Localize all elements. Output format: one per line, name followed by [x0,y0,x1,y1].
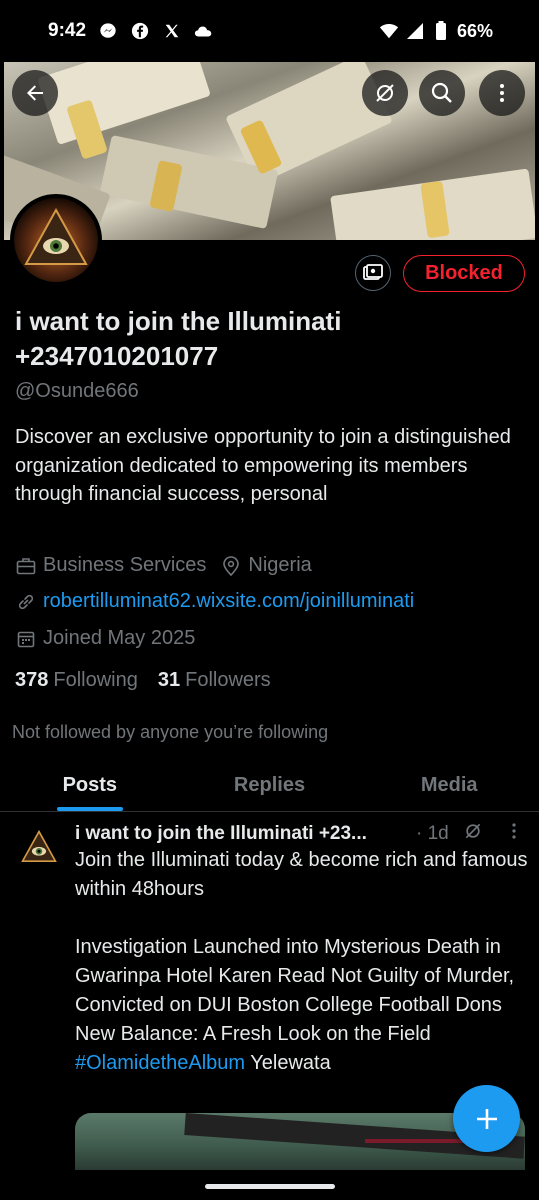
grok-button[interactable] [362,70,408,116]
profile-handle: @Osunde666 [15,380,139,402]
status-right: 66% [379,21,493,42]
followers-link[interactable]: 31 Followers [158,669,271,692]
profile-meta-row: Business Services Nigeria [15,554,312,577]
plus-icon [476,1108,497,1129]
battery-percent: 66% [456,20,493,41]
calendar-icon [15,628,37,650]
feed-icon [363,264,383,280]
post-text[interactable]: Join the Illuminati today & become rich … [75,846,530,1078]
status-time: 9:42 [48,20,87,41]
x-icon [162,21,182,41]
post-time: · 1d [416,823,449,844]
tab-posts[interactable]: Posts [0,760,180,811]
status-bar: 9:42 66% [0,0,539,62]
post-header: i want to join the Illuminati +23... · 1… [75,821,525,847]
messenger-icon [98,21,118,41]
search-icon [431,82,452,103]
profile-avatar[interactable] [10,194,102,286]
blocked-button[interactable]: Blocked [403,255,525,292]
grok-icon[interactable] [463,821,483,847]
followers-count: 31 [157,669,181,691]
followers-label: Followers [185,669,271,691]
more-vertical-icon [500,84,504,102]
profile-joined: Joined May 2025 [43,627,196,649]
profile-location: Nigeria [248,554,312,576]
post-more-icon[interactable] [511,822,517,846]
briefcase-icon [15,555,37,577]
cloud-icon [194,21,214,41]
search-button[interactable] [419,70,465,116]
profile-tabs: Posts Replies Media [0,760,539,812]
following-label: Following [53,669,138,691]
profile-category[interactable]: Business Services [43,554,206,577]
following-count: 378 [15,669,49,691]
profile-website-row: robertilluminat62.wixsite.com/joinillumi… [15,590,414,613]
profile-joined-row: Joined May 2025 [15,627,195,650]
following-link[interactable]: 378 Following [15,669,138,692]
subscribe-feed-button[interactable] [355,255,391,291]
grok-icon [376,84,394,102]
profile-website-link[interactable]: robertilluminat62.wixsite.com/joinillumi… [43,590,414,613]
post-author[interactable]: i want to join the Illuminati +23... [75,823,410,845]
post-hashtag[interactable]: #OlamidetheAlbum [75,1052,245,1074]
link-icon [15,591,37,613]
profile-bio: Discover an exclusive opportunity to joi… [15,426,511,505]
profile-name: i want to join the Illuminati +234701020… [15,306,342,371]
compose-button[interactable] [453,1085,520,1152]
back-button[interactable] [12,70,58,116]
wifi-icon [379,21,399,41]
post-text-line2: Investigation Launched into Mysterious D… [75,936,515,1045]
not-followed-note: Not followed by anyone you’re following [12,722,329,742]
post-text-line1: Join the Illuminati today & become rich … [75,849,528,900]
facebook-icon [130,21,150,41]
location-icon [220,555,242,577]
tab-replies[interactable]: Replies [180,760,360,811]
post-avatar[interactable] [16,825,62,871]
home-indicator[interactable] [205,1184,335,1189]
battery-icon [431,21,451,41]
status-left: 9:42 [48,20,214,42]
post-text-tail: Yelewata [245,1052,331,1074]
tab-media[interactable]: Media [359,760,539,811]
signal-icon [405,21,425,41]
arrow-left-icon [27,85,43,101]
more-button[interactable] [479,70,525,116]
follow-counts: 378 Following 31 Followers [15,669,271,692]
